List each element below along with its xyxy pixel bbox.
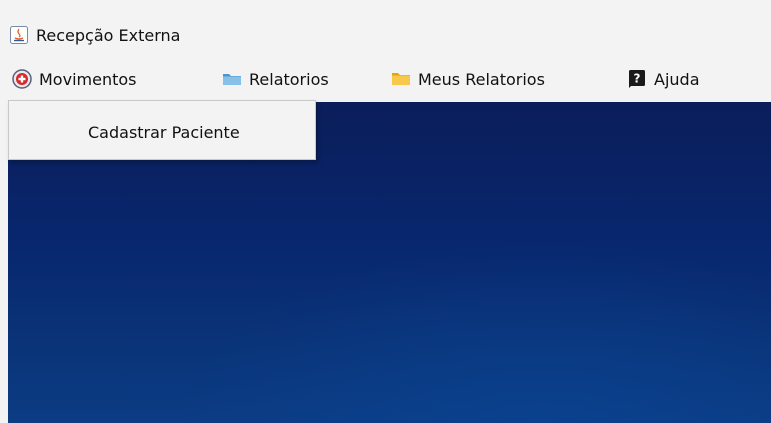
folder-yellow-icon <box>391 69 411 89</box>
svg-text:?: ? <box>634 72 641 86</box>
java-app-icon <box>10 26 28 44</box>
menu-movimentos[interactable]: Movimentos <box>12 68 136 90</box>
menu-item-cadastrar-paciente[interactable]: Cadastrar Paciente <box>9 119 315 145</box>
menu-ajuda-label: Ajuda <box>654 69 700 89</box>
menu-bar: Movimentos Relatorios Meus Relatorios ? … <box>0 58 771 102</box>
folder-blue-icon <box>222 69 242 89</box>
menu-meus-relatorios-label: Meus Relatorios <box>418 69 545 89</box>
menu-relatorios[interactable]: Relatorios <box>222 68 329 90</box>
app-window: Recepção Externa Movimentos Relatorios M… <box>0 0 771 423</box>
menu-meus-relatorios[interactable]: Meus Relatorios <box>391 68 545 90</box>
title-bar: Recepção Externa <box>0 0 771 58</box>
menu-relatorios-label: Relatorios <box>249 69 329 89</box>
menu-ajuda[interactable]: ? Ajuda <box>627 68 700 90</box>
window-title: Recepção Externa <box>36 26 181 45</box>
menu-item-cadastrar-paciente-label: Cadastrar Paciente <box>88 122 240 142</box>
menu-movimentos-label: Movimentos <box>39 69 137 89</box>
help-icon: ? <box>627 69 647 89</box>
medical-shield-icon <box>12 69 32 89</box>
window-left-edge <box>0 102 8 423</box>
movimentos-dropdown-menu: Cadastrar Paciente <box>8 100 316 160</box>
